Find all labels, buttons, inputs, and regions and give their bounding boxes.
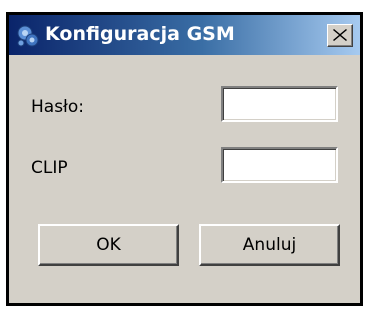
- password-label: Hasło:: [31, 97, 85, 117]
- password-field[interactable]: [221, 86, 338, 122]
- ok-button[interactable]: OK: [38, 224, 179, 266]
- title-bar[interactable]: Konfiguracja GSM: [9, 15, 360, 55]
- cancel-button[interactable]: Anuluj: [199, 224, 340, 266]
- close-icon: [333, 29, 347, 41]
- clip-label: CLIP: [31, 158, 68, 178]
- window-title: Konfiguracja GSM: [45, 23, 235, 45]
- dialog-window: Konfiguracja GSM Hasło: CLIP OK Anuluj: [6, 12, 363, 306]
- gsm-gears-icon: [16, 24, 40, 48]
- close-button[interactable]: [327, 24, 353, 47]
- clip-field[interactable]: [221, 147, 338, 183]
